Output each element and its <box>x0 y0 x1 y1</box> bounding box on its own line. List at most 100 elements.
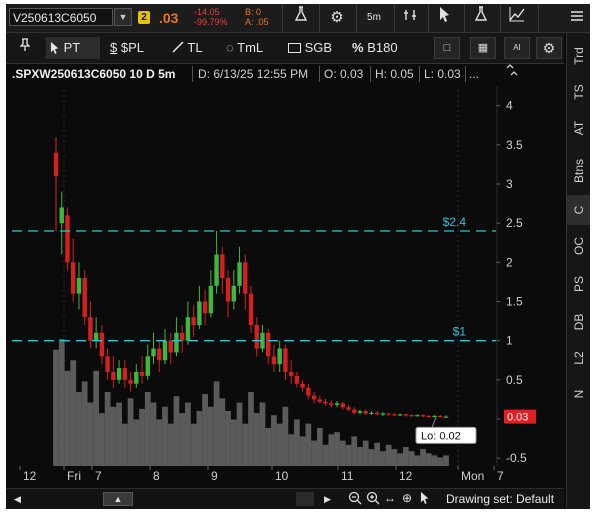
flask-icon[interactable] <box>290 6 312 30</box>
link-group-badge[interactable]: 2 <box>138 11 150 24</box>
divider <box>192 66 193 82</box>
sgb-tool-button[interactable]: SGB <box>288 37 344 59</box>
more-button[interactable]: ... <box>469 67 479 81</box>
pointer-tool-label: PT <box>63 40 81 55</box>
tab-btns[interactable]: Btns <box>567 153 590 189</box>
candle-body <box>403 414 409 416</box>
fit-width-icon[interactable]: ↔ <box>384 491 396 505</box>
volume-bar <box>299 436 306 466</box>
ai-tool-button[interactable]: AI <box>504 37 530 59</box>
tab-l2[interactable]: L2 <box>567 343 590 373</box>
candle-body <box>346 407 351 410</box>
timeline-tool-button[interactable]: ◌ TmL <box>226 37 278 59</box>
volume-bar <box>133 419 140 466</box>
drawing-set-label[interactable]: Drawing set: Default <box>446 492 554 506</box>
pointer-tool-button[interactable]: PT <box>46 37 100 59</box>
volume-bar <box>93 370 100 466</box>
candle-body <box>116 368 122 380</box>
divider <box>356 4 357 32</box>
last-price-tag-label: 0.03 <box>507 412 528 424</box>
volume-bar <box>357 446 363 466</box>
volume-bar <box>173 396 180 466</box>
flask-icon[interactable] <box>470 6 492 30</box>
symbol-input[interactable]: V250613C6050 <box>9 8 113 26</box>
scroll-right-icon[interactable]: ▶ <box>324 494 331 505</box>
candle-body <box>317 399 323 402</box>
candle-body <box>76 278 82 294</box>
tab-at[interactable]: AT <box>567 113 590 143</box>
pin-icon[interactable] <box>14 37 36 59</box>
cursor-icon[interactable] <box>434 6 456 30</box>
volume-bar <box>253 413 260 466</box>
volume-bar <box>185 402 191 466</box>
square-tool-button[interactable]: □ <box>434 37 460 59</box>
x-tick-label: Fri <box>67 469 81 483</box>
cursor-icon[interactable] <box>420 491 430 507</box>
zoom-in-icon[interactable] <box>366 491 380 508</box>
bid-ask: B: 0 A: .05 <box>245 7 269 27</box>
volume-bar <box>150 402 157 466</box>
tab-db[interactable]: DB <box>567 307 590 337</box>
timeframe-button[interactable]: 5m <box>362 6 386 30</box>
candle-body <box>380 413 386 415</box>
gear-icon[interactable]: ⚙ <box>536 37 562 59</box>
collapse-icon[interactable] <box>506 64 518 79</box>
price-axis: 43.532.521.510.50-0.5 <box>496 86 527 488</box>
candle-body <box>71 262 76 294</box>
timeline-icon: ◌ <box>226 40 234 55</box>
candle-body <box>82 278 87 318</box>
volume-bar <box>64 370 71 466</box>
y-tick-label: 1.5 <box>506 295 523 309</box>
volume-bar <box>259 402 266 466</box>
tab-label: AT <box>572 120 586 136</box>
crosshair-icon[interactable]: ⊕ <box>402 491 412 505</box>
candle-body <box>122 368 128 380</box>
scrollbar-track[interactable] <box>296 492 314 506</box>
tab-c[interactable]: C <box>567 195 590 225</box>
scroll-left-icon[interactable]: ◀ <box>14 494 21 505</box>
y-tick-label: 2.5 <box>506 216 523 230</box>
tab-ps[interactable]: PS <box>567 269 590 299</box>
candle-body <box>443 416 449 418</box>
candle-body <box>357 411 363 413</box>
candle-body <box>191 317 196 325</box>
tab-ts[interactable]: TS <box>567 77 590 107</box>
symbol-dropdown-button[interactable]: ▼ <box>114 8 132 26</box>
tab-trd[interactable]: Trd <box>567 41 590 71</box>
volume-bar <box>443 455 449 466</box>
y-tick-label: 3.5 <box>506 138 523 152</box>
net-change: -14.05 <box>194 7 220 17</box>
style-icon[interactable] <box>400 6 422 30</box>
candle-body <box>311 395 317 400</box>
volume-bar <box>53 349 59 466</box>
candle-body <box>93 332 99 341</box>
b180-tool-button[interactable]: % B180 <box>352 37 410 59</box>
trendline-tool-button[interactable]: TL <box>172 37 212 59</box>
pl-tool-button[interactable]: $ $PL <box>110 37 162 59</box>
grid-tool-button[interactable]: ▦ <box>470 37 496 59</box>
tab-n[interactable]: N <box>567 379 590 409</box>
volume-bar <box>196 411 203 466</box>
scroll-thumb[interactable]: ▲ <box>103 492 133 506</box>
volume-bar <box>380 451 386 466</box>
volume-bar <box>248 391 254 466</box>
tab-oc[interactable]: OC <box>567 231 590 261</box>
candle-body <box>139 372 145 376</box>
zoom-out-icon[interactable] <box>348 491 362 508</box>
candle-body <box>420 415 426 417</box>
drawing-chart-icon[interactable] <box>506 6 528 30</box>
volume-bar <box>328 434 335 466</box>
x-tick-label: 8 <box>153 469 160 483</box>
menu-button[interactable] <box>566 6 588 30</box>
price-chart[interactable]: $2.4$1 43.532.521.510.50-0.5 12Fri789101… <box>6 86 564 488</box>
volume-bar <box>162 406 168 466</box>
percent-change: -99.79% <box>194 17 228 27</box>
candle-body <box>432 415 437 418</box>
volume-bar <box>219 398 226 466</box>
divider <box>464 4 465 32</box>
chart-symbol-label: .SPXW250613C6050 10 D 5m <box>12 67 175 81</box>
volume-bar <box>116 402 122 466</box>
x-tick-label: 7 <box>95 469 102 483</box>
gear-icon[interactable]: ⚙ <box>326 6 348 30</box>
y-tick-label: 2 <box>506 255 513 269</box>
